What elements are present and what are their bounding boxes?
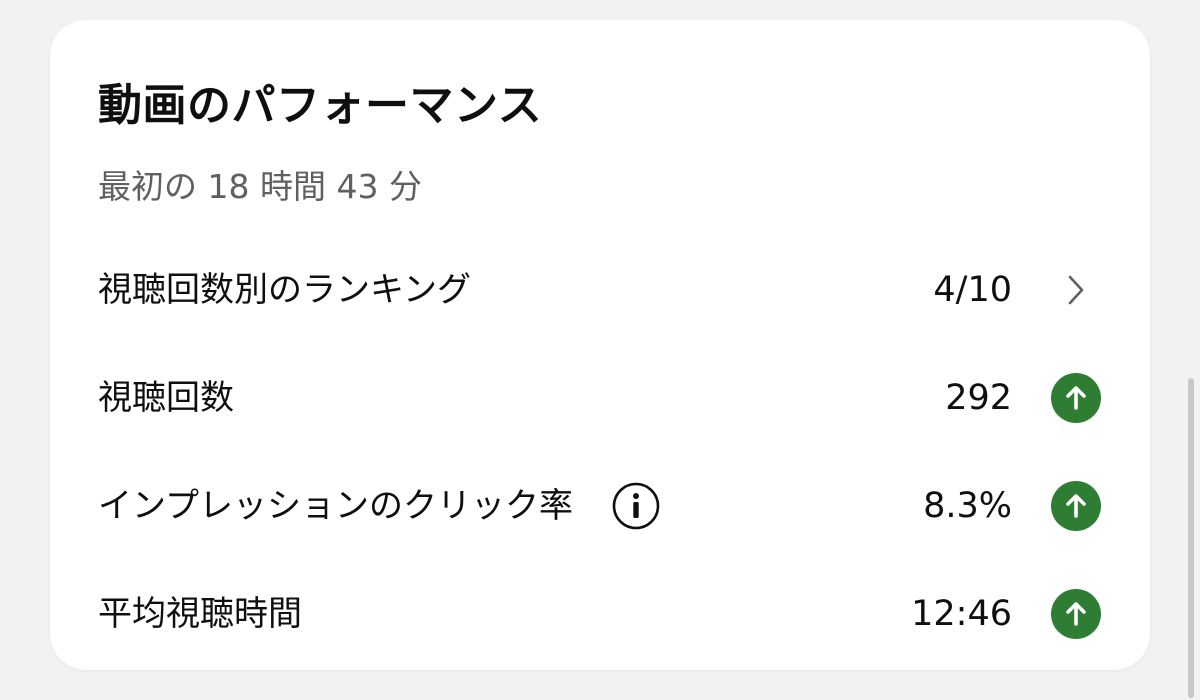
- time-period-subtitle: 最初の 18 時間 43 分: [98, 167, 422, 206]
- metric-value: 292: [945, 378, 1012, 418]
- metric-label: インプレッションのクリック率: [98, 486, 573, 526]
- arrow-up-circle-icon: [1051, 481, 1101, 531]
- info-icon[interactable]: [611, 481, 661, 531]
- video-performance-card: 動画のパフォーマンス 最初の 18 時間 43 分 視聴回数別のランキング 4/…: [50, 20, 1150, 670]
- arrow-up-circle-icon: [1051, 589, 1101, 639]
- metric-row-ranking[interactable]: 視聴回数別のランキング 4/10: [98, 250, 1102, 330]
- metric-label: 視聴回数: [98, 378, 234, 418]
- metric-value: 8.3%: [923, 486, 1012, 526]
- metric-value: 4/10: [933, 270, 1012, 310]
- scrollbar[interactable]: [1188, 378, 1194, 698]
- arrow-up-circle-icon: [1051, 373, 1101, 423]
- metric-label: 平均視聴時間: [98, 594, 302, 634]
- metric-row-views: 視聴回数 292: [98, 358, 1102, 438]
- card-title: 動画のパフォーマンス: [98, 80, 543, 131]
- metric-value: 12:46: [911, 594, 1012, 634]
- metric-row-average-view-duration: 平均視聴時間 12:46: [98, 574, 1102, 654]
- metric-row-impression-ctr: インプレッションのクリック率 8.3%: [98, 466, 1102, 546]
- chevron-right-icon[interactable]: [1056, 270, 1096, 310]
- metric-label: 視聴回数別のランキング: [98, 270, 471, 310]
